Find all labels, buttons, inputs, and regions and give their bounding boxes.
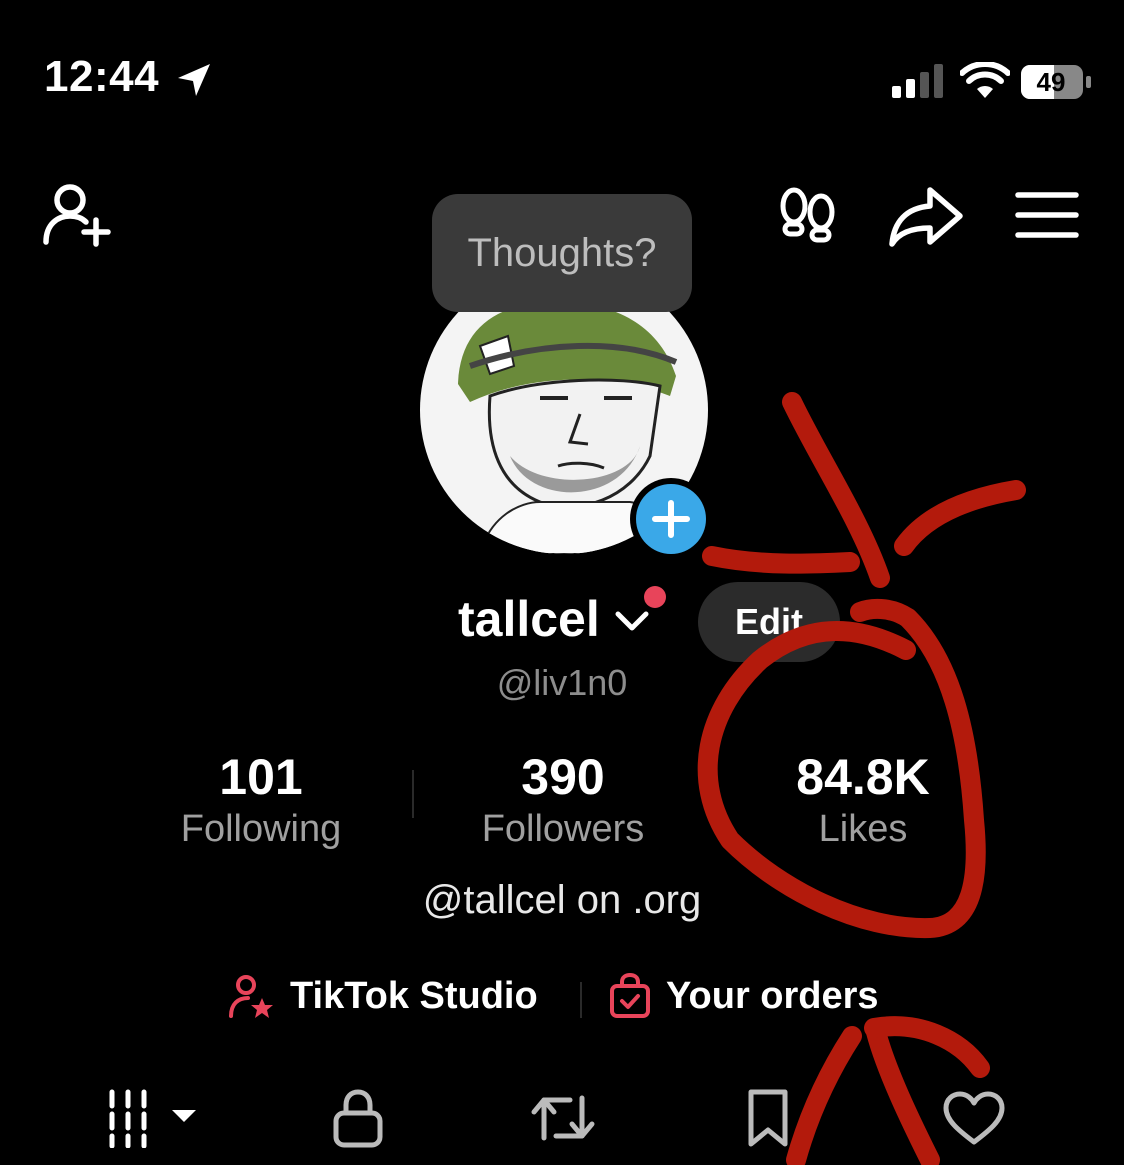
menu-icon [1015, 192, 1079, 238]
wifi-icon [960, 62, 1010, 98]
studio-icon [229, 975, 273, 1018]
heart-tab-icon [943, 1091, 1005, 1145]
your-orders-link[interactable]: Your orders [608, 972, 879, 1020]
signal-icon [892, 64, 943, 98]
location-arrow-icon [178, 64, 210, 96]
edit-label: Edit [735, 601, 803, 642]
stat-likes[interactable]: 84.8K Likes [733, 748, 993, 851]
battery-level: 49 [1036, 67, 1066, 97]
profile-views-button[interactable] [776, 186, 840, 246]
bio-text: @tallcel on .org [422, 878, 702, 922]
tab-videos[interactable] [104, 1086, 204, 1150]
share-icon [889, 187, 963, 247]
username[interactable]: tallcel [458, 590, 600, 648]
repost-tab-icon [531, 1095, 595, 1141]
tiktok-studio-link[interactable]: TikTok Studio [228, 972, 538, 1020]
likes-count: 84.8K [796, 749, 930, 805]
battery-icon: 49 [1020, 64, 1092, 100]
following-label: Following [180, 808, 342, 850]
tiktok-studio-label: TikTok Studio [290, 974, 538, 1017]
following-count: 101 [219, 749, 303, 805]
followers-count: 390 [521, 749, 605, 805]
lock-tab-icon [333, 1089, 383, 1148]
bookmark-tab-icon [748, 1089, 788, 1147]
tab-private[interactable] [326, 1086, 390, 1150]
thoughts-bubble[interactable]: Thoughts? [432, 194, 692, 312]
edit-profile-button[interactable]: Edit [698, 582, 840, 662]
tab-reposts[interactable] [528, 1086, 598, 1150]
stat-divider [412, 770, 414, 818]
add-story-button[interactable] [630, 478, 712, 560]
stat-followers[interactable]: 390 Followers [433, 748, 693, 851]
likes-label: Likes [818, 808, 908, 850]
share-profile-button[interactable] [888, 186, 964, 248]
links-divider [580, 982, 582, 1018]
menu-button[interactable] [1014, 190, 1080, 240]
add-friend-icon [43, 184, 111, 247]
tab-liked[interactable] [940, 1086, 1008, 1150]
annotation-drawing [697, 392, 1026, 1165]
status-time: 12:44 [44, 52, 160, 101]
notification-dot [644, 586, 666, 608]
followers-label: Followers [481, 808, 645, 850]
grid-tab-icon [109, 1089, 196, 1148]
footprints-icon [780, 187, 835, 243]
chevron-down-icon[interactable] [614, 606, 650, 636]
plus-icon [652, 500, 690, 538]
your-orders-label: Your orders [666, 974, 879, 1017]
tab-saved[interactable] [740, 1086, 796, 1150]
orders-bag-icon [610, 972, 650, 1018]
stat-following[interactable]: 101 Following [131, 748, 391, 851]
user-handle: @liv1n0 [496, 662, 628, 703]
thoughts-text: Thoughts? [467, 230, 657, 275]
add-friend-button[interactable] [40, 180, 116, 250]
